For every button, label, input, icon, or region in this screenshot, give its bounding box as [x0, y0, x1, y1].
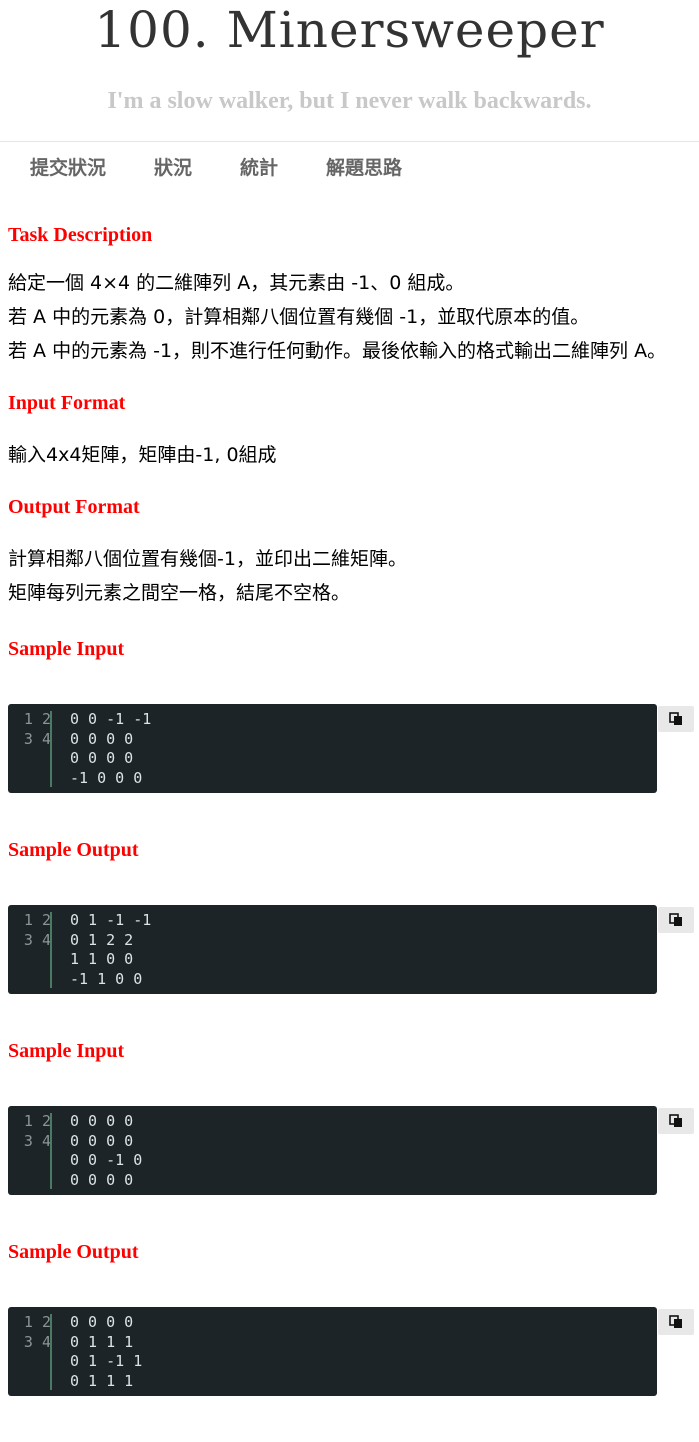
copy-icon — [669, 712, 682, 725]
page-title: 100. Minersweeper — [94, 1, 605, 59]
sample-heading: Sample Output — [8, 1241, 139, 1263]
task-description-text: 給定一個 4×4 的二維陣列 A，其元素由 -1、0 組成。 若 A 中的元素為… — [8, 272, 667, 362]
copy-button[interactable] — [658, 907, 694, 933]
copy-button[interactable] — [658, 1108, 694, 1134]
input-format-text: 輸入4x4矩陣，矩陣由-1, 0組成 — [8, 444, 277, 466]
sample-heading: Sample Input — [8, 1040, 125, 1062]
line-numbers: 1 2 3 4 — [23, 710, 51, 748]
input-format-heading: Input Format — [8, 392, 126, 414]
sample-heading: Sample Input — [8, 638, 125, 660]
copy-icon — [669, 1114, 682, 1127]
copy-button[interactable] — [658, 706, 694, 732]
sample-code-container: 1 2 3 4 0 0 -1 -1 0 0 0 0 0 0 0 0 -1 0 0… — [8, 704, 694, 794]
gutter-divider — [50, 711, 52, 787]
code-text[interactable]: 0 1 -1 -1 0 1 2 2 1 1 0 0 -1 1 0 0 — [70, 911, 151, 989]
output-format-heading: Output Format — [8, 496, 140, 518]
task-description-heading: Task Description — [8, 224, 153, 246]
tab-statistics[interactable]: 統計 — [240, 154, 278, 184]
page-subtitle: I'm a slow walker, but I never walk back… — [107, 88, 592, 114]
tab-solution-ideas[interactable]: 解題思路 — [326, 154, 402, 184]
sample-heading: Sample Output — [8, 839, 139, 861]
gutter-divider — [50, 1113, 52, 1189]
code-text[interactable]: 0 0 0 0 0 0 0 0 0 0 -1 0 0 0 0 0 — [70, 1112, 142, 1190]
code-block[interactable]: 1 2 3 4 0 0 0 0 0 1 1 1 0 1 -1 1 0 1 1 1 — [8, 1307, 657, 1396]
line-numbers: 1 2 3 4 — [23, 1112, 51, 1150]
problem-content: Task Description 給定一個 4×4 的二維陣列 A，其元素由 -… — [8, 220, 694, 1397]
code-text[interactable]: 0 0 0 0 0 1 1 1 0 1 -1 1 0 1 1 1 — [70, 1313, 142, 1391]
gutter-divider — [50, 912, 52, 988]
sample-code-container: 1 2 3 4 0 0 0 0 0 0 0 0 0 0 -1 0 0 0 0 0 — [8, 1106, 694, 1196]
output-format-text: 計算相鄰八個位置有幾個-1，並印出二維矩陣。 矩陣每列元素之間空一格，結尾不空格… — [8, 548, 407, 604]
sample-code-container: 1 2 3 4 0 0 0 0 0 1 1 1 0 1 -1 1 0 1 1 1 — [8, 1307, 694, 1397]
code-text[interactable]: 0 0 -1 -1 0 0 0 0 0 0 0 0 -1 0 0 0 — [70, 710, 151, 788]
code-block[interactable]: 1 2 3 4 0 0 -1 -1 0 0 0 0 0 0 0 0 -1 0 0… — [8, 704, 657, 793]
line-numbers: 1 2 3 4 — [23, 1313, 51, 1351]
copy-button[interactable] — [658, 1309, 694, 1335]
nav-tabs: 提交狀況 狀況 統計 解題思路 — [30, 154, 450, 184]
copy-icon — [669, 913, 682, 926]
code-block[interactable]: 1 2 3 4 0 1 -1 -1 0 1 2 2 1 1 0 0 -1 1 0… — [8, 905, 657, 994]
line-numbers: 1 2 3 4 — [23, 911, 51, 949]
site-header: 100. Minersweeper I'm a slow walker, but… — [0, 0, 699, 142]
copy-icon — [669, 1315, 682, 1328]
tab-submission-status[interactable]: 提交狀況 — [30, 154, 106, 184]
code-block[interactable]: 1 2 3 4 0 0 0 0 0 0 0 0 0 0 -1 0 0 0 0 0 — [8, 1106, 657, 1195]
gutter-divider — [50, 1314, 52, 1390]
tab-status[interactable]: 狀況 — [154, 154, 192, 184]
sample-code-container: 1 2 3 4 0 1 -1 -1 0 1 2 2 1 1 0 0 -1 1 0… — [8, 905, 694, 995]
